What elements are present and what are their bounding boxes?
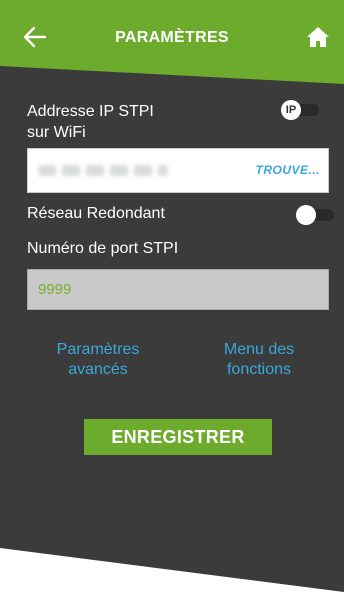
advanced-settings-link[interactable]: Paramètres avancés: [28, 340, 168, 380]
page-title: PARAMÈTRES: [115, 29, 229, 46]
arrow-left-icon[interactable]: [22, 24, 48, 50]
find-button[interactable]: TROUVE...: [255, 163, 320, 177]
functions-menu-link[interactable]: Menu des fonctions: [189, 340, 329, 380]
redundant-network-label: Réseau Redondant: [27, 205, 165, 222]
port-label: Numéro de port STPI: [27, 240, 179, 257]
port-input[interactable]: 9999: [27, 269, 329, 310]
ip-address-label-line2: sur WiFi: [27, 124, 86, 141]
home-icon[interactable]: [306, 26, 330, 48]
ip-toggle[interactable]: IP: [281, 99, 321, 121]
functions-menu-line2: fonctions: [226, 361, 292, 378]
ip-address-label-line1: Addresse IP STPI: [27, 103, 154, 120]
functions-menu-line1: Menu des: [223, 341, 295, 358]
header-bar: PARAMÈTRES: [0, 0, 344, 80]
ip-address-value-blurred: [38, 165, 168, 176]
ip-address-label: Addresse IP STPI sur WiFi: [27, 101, 227, 143]
save-button[interactable]: ENREGISTRER: [84, 419, 272, 455]
ip-toggle-knob: IP: [281, 100, 301, 120]
ip-address-input[interactable]: TROUVE...: [27, 148, 329, 193]
advanced-settings-line2: avancés: [68, 361, 128, 378]
advanced-settings-line1: Paramètres: [56, 341, 140, 358]
redundant-toggle-knob: [296, 205, 316, 225]
redundant-network-toggle[interactable]: [296, 204, 334, 226]
